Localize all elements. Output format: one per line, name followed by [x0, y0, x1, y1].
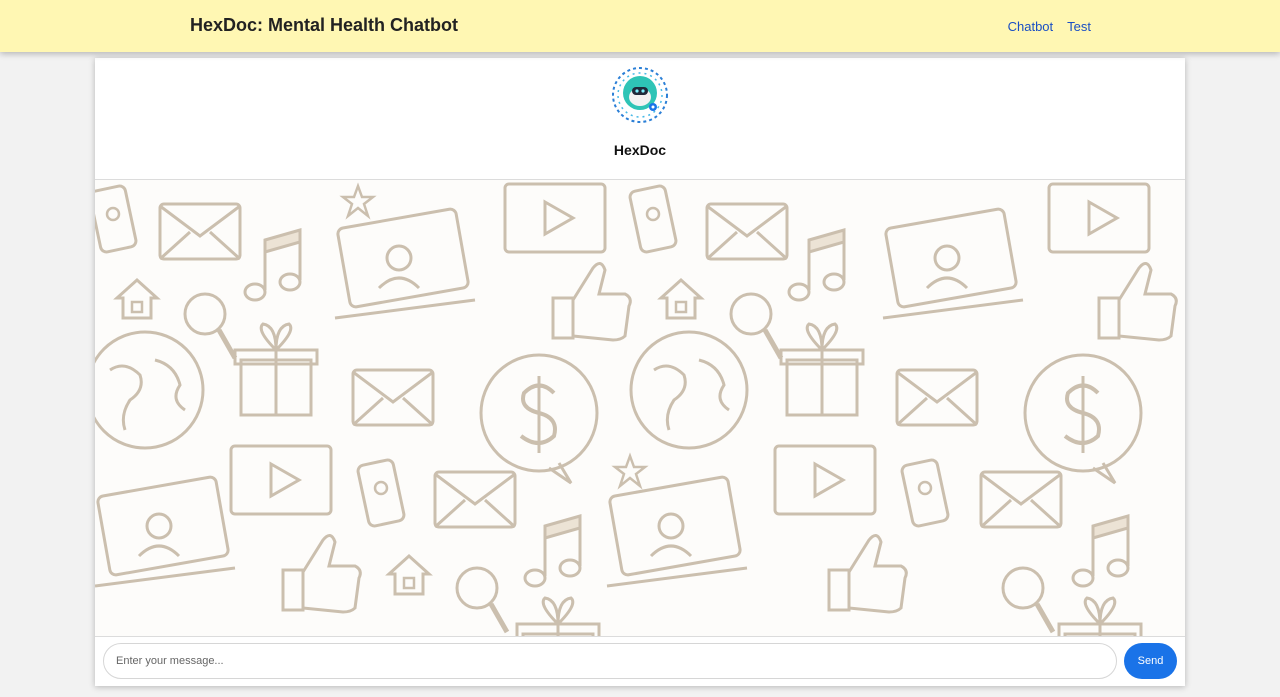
message-input[interactable] — [103, 643, 1117, 679]
message-composer: Send — [95, 636, 1185, 686]
nav-link-chatbot[interactable]: Chatbot — [1008, 19, 1054, 34]
chat-header: HexDoc — [95, 58, 1185, 180]
nav-link-test[interactable]: Test — [1067, 19, 1091, 34]
chat-window: HexDoc Enter your message... Send — [95, 58, 1185, 686]
chat-messages-area[interactable] — [95, 180, 1185, 636]
send-button[interactable]: Send — [1124, 643, 1177, 679]
doodle-pattern-background — [95, 180, 1185, 636]
top-navbar: HexDoc: Mental Health Chatbot Chatbot Te… — [0, 0, 1280, 52]
bot-name: HexDoc — [613, 142, 667, 158]
app-title: HexDoc: Mental Health Chatbot — [190, 15, 459, 35]
robot-avatar-icon — [612, 67, 668, 123]
nav-links: Chatbot Test — [1008, 19, 1091, 34]
